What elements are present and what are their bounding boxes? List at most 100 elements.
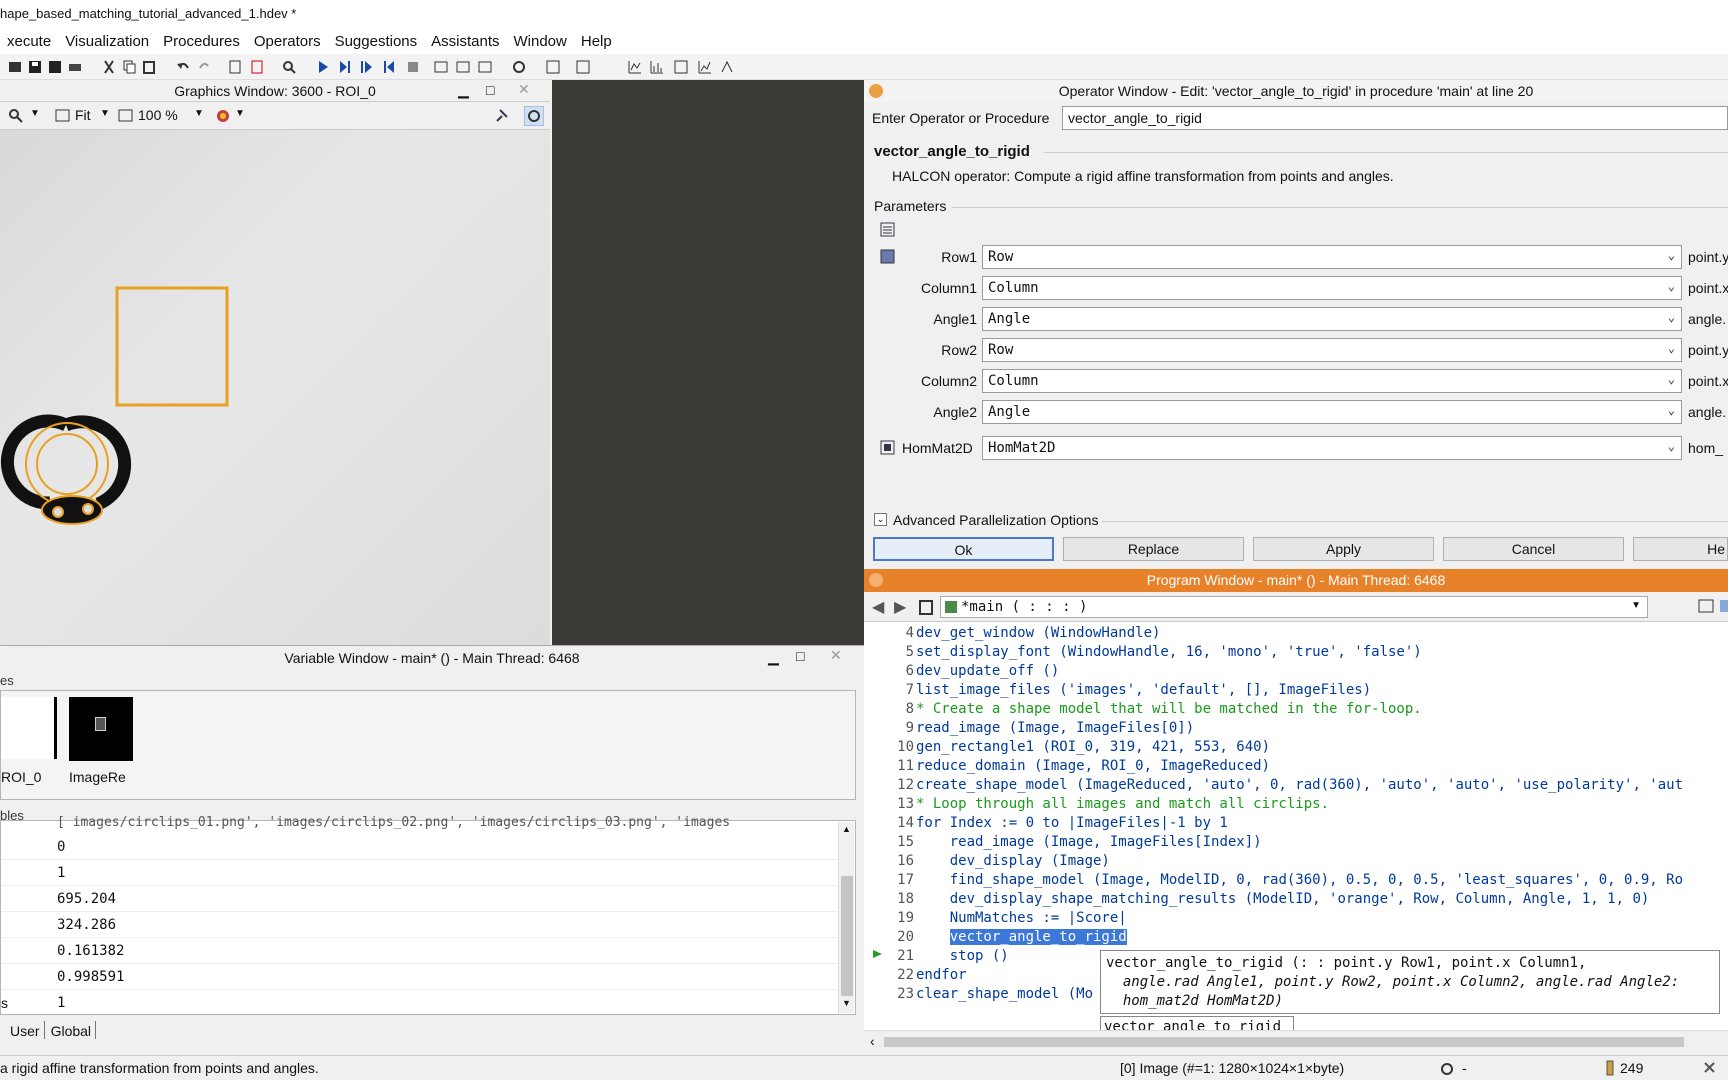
graphics-canvas[interactable] [0,130,550,645]
advanced-options-toggle[interactable]: ⌄ [874,513,887,526]
param-combo-angle1[interactable]: Angle ⌄ [982,307,1682,331]
feature-histogram-icon[interactable] [698,60,712,74]
variable-row[interactable]: 695.204 [1,886,839,912]
variable-row[interactable]: 0.161382 [1,938,839,964]
run-icon[interactable] [316,60,330,74]
scrollbar-thumb[interactable] [841,876,853,996]
image-reduced-thumbnail[interactable] [69,697,133,761]
clipboard-icon[interactable] [918,599,934,615]
tab-global[interactable]: Global [45,1021,97,1039]
param-combo-row2[interactable]: Row ⌄ [982,338,1682,362]
help-button[interactable]: He [1633,537,1728,561]
zoom-factor-label[interactable]: 100 % [138,107,178,123]
inspect-icon[interactable] [546,60,560,74]
undo-icon[interactable] [176,60,190,74]
scroll-up-icon[interactable]: ▲ [842,824,851,834]
chevron-down-icon[interactable]: ⌄ [1668,439,1675,453]
chevron-down-icon[interactable]: ▼ [1631,600,1641,611]
reset-icon[interactable] [434,60,448,74]
list-icon[interactable] [478,60,492,74]
code-line[interactable]: 21 stop () [864,948,1009,967]
histogram-icon[interactable] [628,60,642,74]
feature-inspection-icon[interactable] [720,60,734,74]
resize-grip-icon[interactable] [1702,1060,1718,1076]
code-line[interactable]: 20 vector_angle_to_rigid [864,929,1127,948]
menu-assistants[interactable]: Assistants [424,28,506,50]
zoom-window-icon[interactable] [576,60,590,74]
copy-icon[interactable] [122,60,136,74]
zoom-icon[interactable] [8,108,24,124]
step-over-icon[interactable] [338,60,352,74]
code-line[interactable]: 11 reduce_domain (Image, ROI_0, ImageRedu… [864,758,1270,777]
delete-icon[interactable] [250,60,264,74]
variable-row[interactable]: 324.286 [1,912,839,938]
roi-thumbnail[interactable] [1,697,57,759]
param-combo-row1[interactable]: Row ⌄ [982,245,1682,269]
fit-dropdown-arrow-icon[interactable]: ▼ [100,108,110,119]
close-icon[interactable]: ✕ [518,81,530,98]
zoom-factor-icon[interactable] [118,108,134,124]
paint-icon[interactable] [214,107,232,125]
chevron-down-icon[interactable]: ⌄ [1668,341,1675,355]
menu-execute[interactable]: xecute [0,28,58,50]
maximize-icon[interactable]: □ [486,82,494,98]
code-line[interactable]: 13 * Loop through all images and match al… [864,796,1329,815]
replace-button[interactable]: Replace [1063,537,1244,561]
stop-icon[interactable] [406,60,420,74]
code-line[interactable]: 17 find_shape_model (Image, ModelID, 0, … [864,872,1683,891]
editor-horizontal-scrollbar[interactable]: ‹ [864,1030,1728,1052]
back-icon[interactable]: ◀ [872,597,884,617]
search-icon[interactable] [282,60,296,74]
step-into-icon[interactable] [360,60,374,74]
code-line[interactable]: 16 dev_display (Image) [864,853,1110,872]
maximize-icon[interactable]: □ [796,648,804,664]
fit-icon[interactable] [55,108,71,124]
variables-scrollbar[interactable]: ▲ ▼ [838,822,854,1013]
variable-row[interactable]: 1 [1,860,839,886]
code-line[interactable]: 6 dev_update_off () [864,663,1060,682]
scrollbar-thumb[interactable] [884,1037,1684,1047]
forward-icon[interactable]: ▶ [894,597,906,617]
menu-window[interactable]: Window [507,28,574,50]
variable-row[interactable]: 0.998591 [1,964,839,990]
cut-icon[interactable] [102,60,116,74]
insert-icon[interactable] [228,60,242,74]
line-profile-icon[interactable] [650,60,664,74]
apply-button[interactable]: Apply [1253,537,1434,561]
save-icon[interactable] [28,60,42,74]
code-line[interactable]: 10 gen_rectangle1 (ROI_0, 319, 421, 553, … [864,739,1270,758]
code-line[interactable]: 14 for Index := 0 to |ImageFiles|-1 by 1 [864,815,1228,834]
scroll-down-icon[interactable]: ▼ [842,998,851,1008]
code-line[interactable]: 23 clear_shape_model (Mo [864,986,1093,1005]
save-all-icon[interactable] [48,60,62,74]
open-icon[interactable] [8,60,22,74]
zoom-factor-dropdown-arrow-icon[interactable]: ▼ [194,108,204,119]
code-line[interactable]: 22 endfor [864,967,966,986]
menu-procedures[interactable]: Procedures [156,28,247,50]
param-combo-angle2[interactable]: Angle ⌄ [982,400,1682,424]
code-line[interactable]: 8 * Create a shape model that will be mat… [864,701,1422,720]
code-line[interactable]: 5 set_display_font (WindowHandle, 16, 'mo… [864,644,1422,663]
minimize-icon[interactable]: ▁ [458,82,469,99]
code-line[interactable]: 12 create_shape_model (ImageReduced, 'aut… [864,777,1683,796]
chevron-down-icon[interactable]: ⌄ [1668,372,1675,386]
menu-suggestions[interactable]: Suggestions [328,28,425,50]
variable-row[interactable]: 0 [1,834,839,860]
close-icon[interactable]: ✕ [830,647,842,664]
roi-rectangle[interactable] [115,286,229,407]
code-line[interactable]: 9 read_image (Image, ImageFiles[0]) [864,720,1195,739]
tab-user[interactable]: User [0,1021,45,1039]
procedure-selector[interactable]: *main ( : : : ) ▼ [940,596,1648,618]
fit-label[interactable]: Fit [75,107,91,123]
code-line[interactable]: 18 dev_display_shape_matching_results (M… [864,891,1649,910]
param-combo-column2[interactable]: Column ⌄ [982,369,1682,393]
param-combo-hommat2d[interactable]: HomMat2D ⌄ [982,436,1682,460]
paint-dropdown-arrow-icon[interactable]: ▼ [235,108,245,119]
variable-row[interactable]: s1 [1,990,839,1016]
code-line[interactable]: 19 NumMatches := |Score| [864,910,1127,929]
minimize-icon[interactable]: ▁ [768,649,779,666]
paste-icon[interactable] [142,60,156,74]
operator-input[interactable]: vector_angle_to_rigid [1062,106,1728,130]
profiler-icon[interactable] [512,60,526,74]
procedure-view-icon[interactable] [1698,599,1716,615]
